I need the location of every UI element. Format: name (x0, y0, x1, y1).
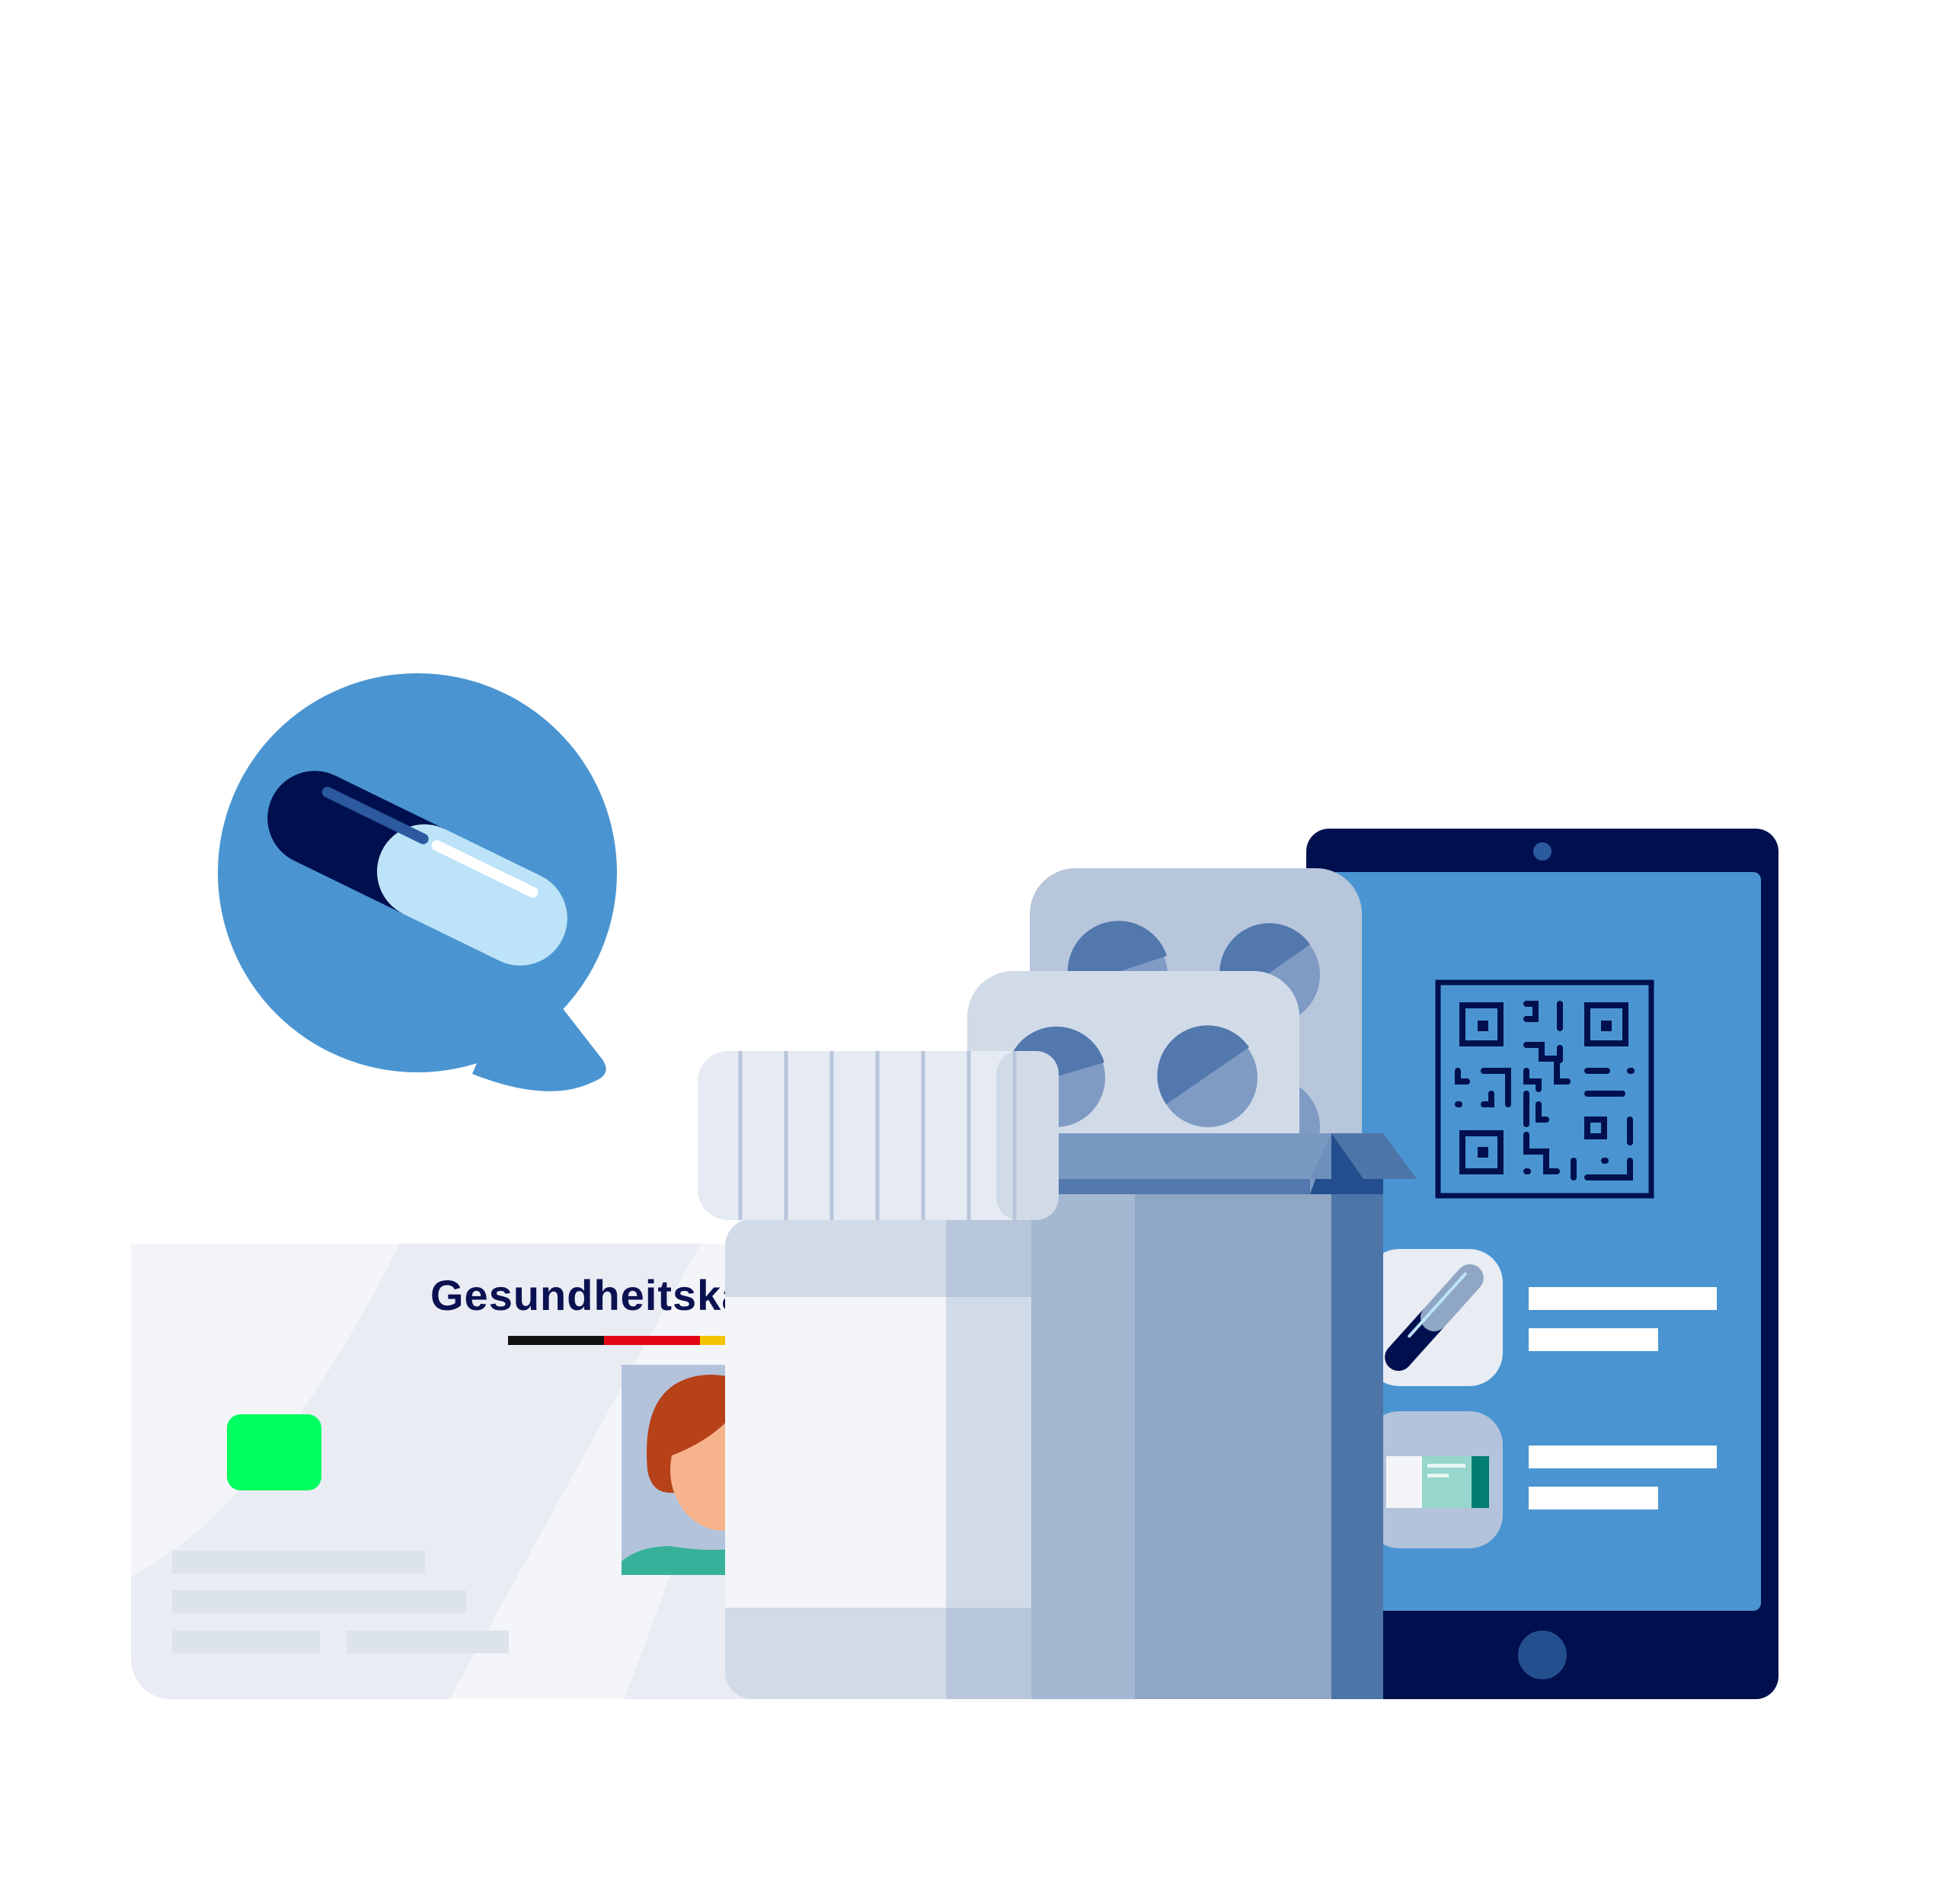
health-insurance-card: Gesundheitskarte (131, 1244, 817, 1699)
medicine-pack-icon (1386, 1456, 1489, 1508)
camera-icon (1533, 842, 1552, 861)
pill-bottle (698, 1051, 1059, 1699)
german-flag-stripe (508, 1336, 746, 1345)
e-prescription-illustration: Gesundheitskarte (131, 673, 1778, 1699)
capsule-speech-bubble-icon (218, 673, 617, 1091)
sim-chip-icon (227, 1414, 321, 1490)
home-button-icon (1518, 1631, 1567, 1679)
medicine-box (1028, 1133, 1417, 1699)
